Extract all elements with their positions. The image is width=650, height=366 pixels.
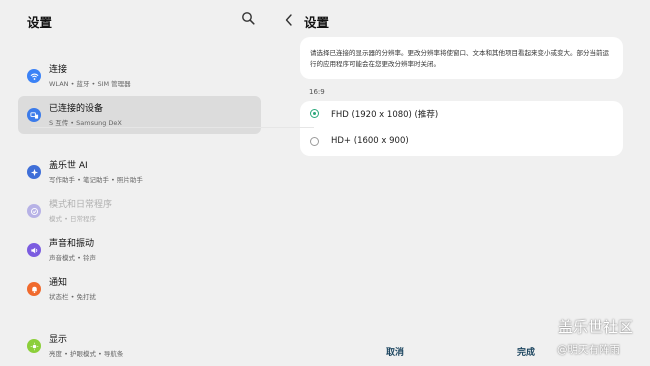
option-divider (31, 127, 314, 128)
search-icon[interactable] (241, 11, 255, 25)
watermark-brand: 盖乐世社区 (558, 318, 634, 336)
settings-item-label: 连接 (49, 65, 68, 75)
description-card: 请选择已连接的显示器的分辨率。更改分辨率将使窗口、文本和其他项目看起来变小或变大… (300, 37, 623, 79)
settings-item-connections[interactable]: 连接 WLAN • 蓝牙 • SIM 管理器 (18, 57, 261, 95)
settings-item-display[interactable]: 显示 亮度 • 护眼模式 • 导航条 (18, 327, 261, 365)
settings-item-galaxy-ai[interactable]: 盖乐世 AI 写作助手 • 笔记助手 • 照片助手 (18, 153, 261, 191)
settings-item-sub: 声音模式 • 铃声 (49, 254, 96, 262)
devices-icon (27, 108, 41, 122)
ai-sparkle-icon (27, 165, 41, 179)
settings-item-label: 声音和振动 (49, 239, 95, 249)
bell-icon (27, 282, 41, 296)
aspect-ratio-label: 16:9 (309, 88, 325, 96)
radio-selected-icon[interactable] (310, 109, 319, 118)
sun-icon (27, 339, 41, 353)
page-title: 设置 (27, 15, 53, 30)
settings-list-pane: 设置 连接 WLAN • 蓝牙 • SIM 管理器 已连接的设备 S 互传 • … (0, 0, 275, 366)
resolution-option-label: HD+ (1600 x 900) (331, 136, 409, 146)
resolution-option-hdplus[interactable]: HD+ (1600 x 900) (300, 129, 623, 156)
settings-item-label: 通知 (49, 278, 68, 288)
modes-check-icon (27, 204, 41, 218)
sound-icon (27, 243, 41, 257)
settings-item-sub: 状态栏 • 免打扰 (49, 293, 96, 301)
resolution-option-label: FHD (1920 x 1080) (推荐) (331, 110, 439, 120)
wifi-icon (27, 69, 41, 83)
done-button[interactable]: 完成 (517, 345, 535, 358)
resolution-option-fhd[interactable]: FHD (1920 x 1080) (推荐) (300, 101, 623, 128)
radio-unselected-icon[interactable] (310, 137, 319, 146)
watermark-user: @明天有阵雨 (557, 344, 620, 356)
settings-item-label: 盖乐世 AI (49, 161, 88, 171)
settings-item-sub: S 互传 • Samsung DeX (49, 119, 122, 127)
settings-item-sub: 亮度 • 护眼模式 • 导航条 (49, 350, 124, 358)
resolution-options-card: FHD (1920 x 1080) (推荐) HD+ (1600 x 900) (300, 101, 623, 156)
cancel-button[interactable]: 取消 (386, 345, 404, 358)
settings-item-modes-routines[interactable]: 模式和日常程序 模式 • 日常程序 (18, 192, 261, 230)
settings-item-connected-devices[interactable]: 已连接的设备 S 互传 • Samsung DeX (18, 96, 261, 134)
settings-item-sub: 模式 • 日常程序 (49, 215, 96, 223)
settings-item-sound-vibration[interactable]: 声音和振动 声音模式 • 铃声 (18, 231, 261, 269)
settings-item-notifications[interactable]: 通知 状态栏 • 免打扰 (18, 270, 261, 308)
settings-item-label: 显示 (49, 335, 68, 345)
settings-item-sub: WLAN • 蓝牙 • SIM 管理器 (49, 80, 131, 88)
settings-item-label: 模式和日常程序 (49, 200, 113, 210)
settings-item-sub: 写作助手 • 笔记助手 • 照片助手 (49, 176, 143, 184)
back-chevron-icon[interactable] (283, 13, 295, 27)
detail-title: 设置 (304, 15, 330, 30)
resolution-description: 请选择已连接的显示器的分辨率。更改分辨率将使窗口、文本和其他项目看起来变小或变大… (310, 49, 609, 68)
settings-item-label: 已连接的设备 (49, 104, 104, 114)
